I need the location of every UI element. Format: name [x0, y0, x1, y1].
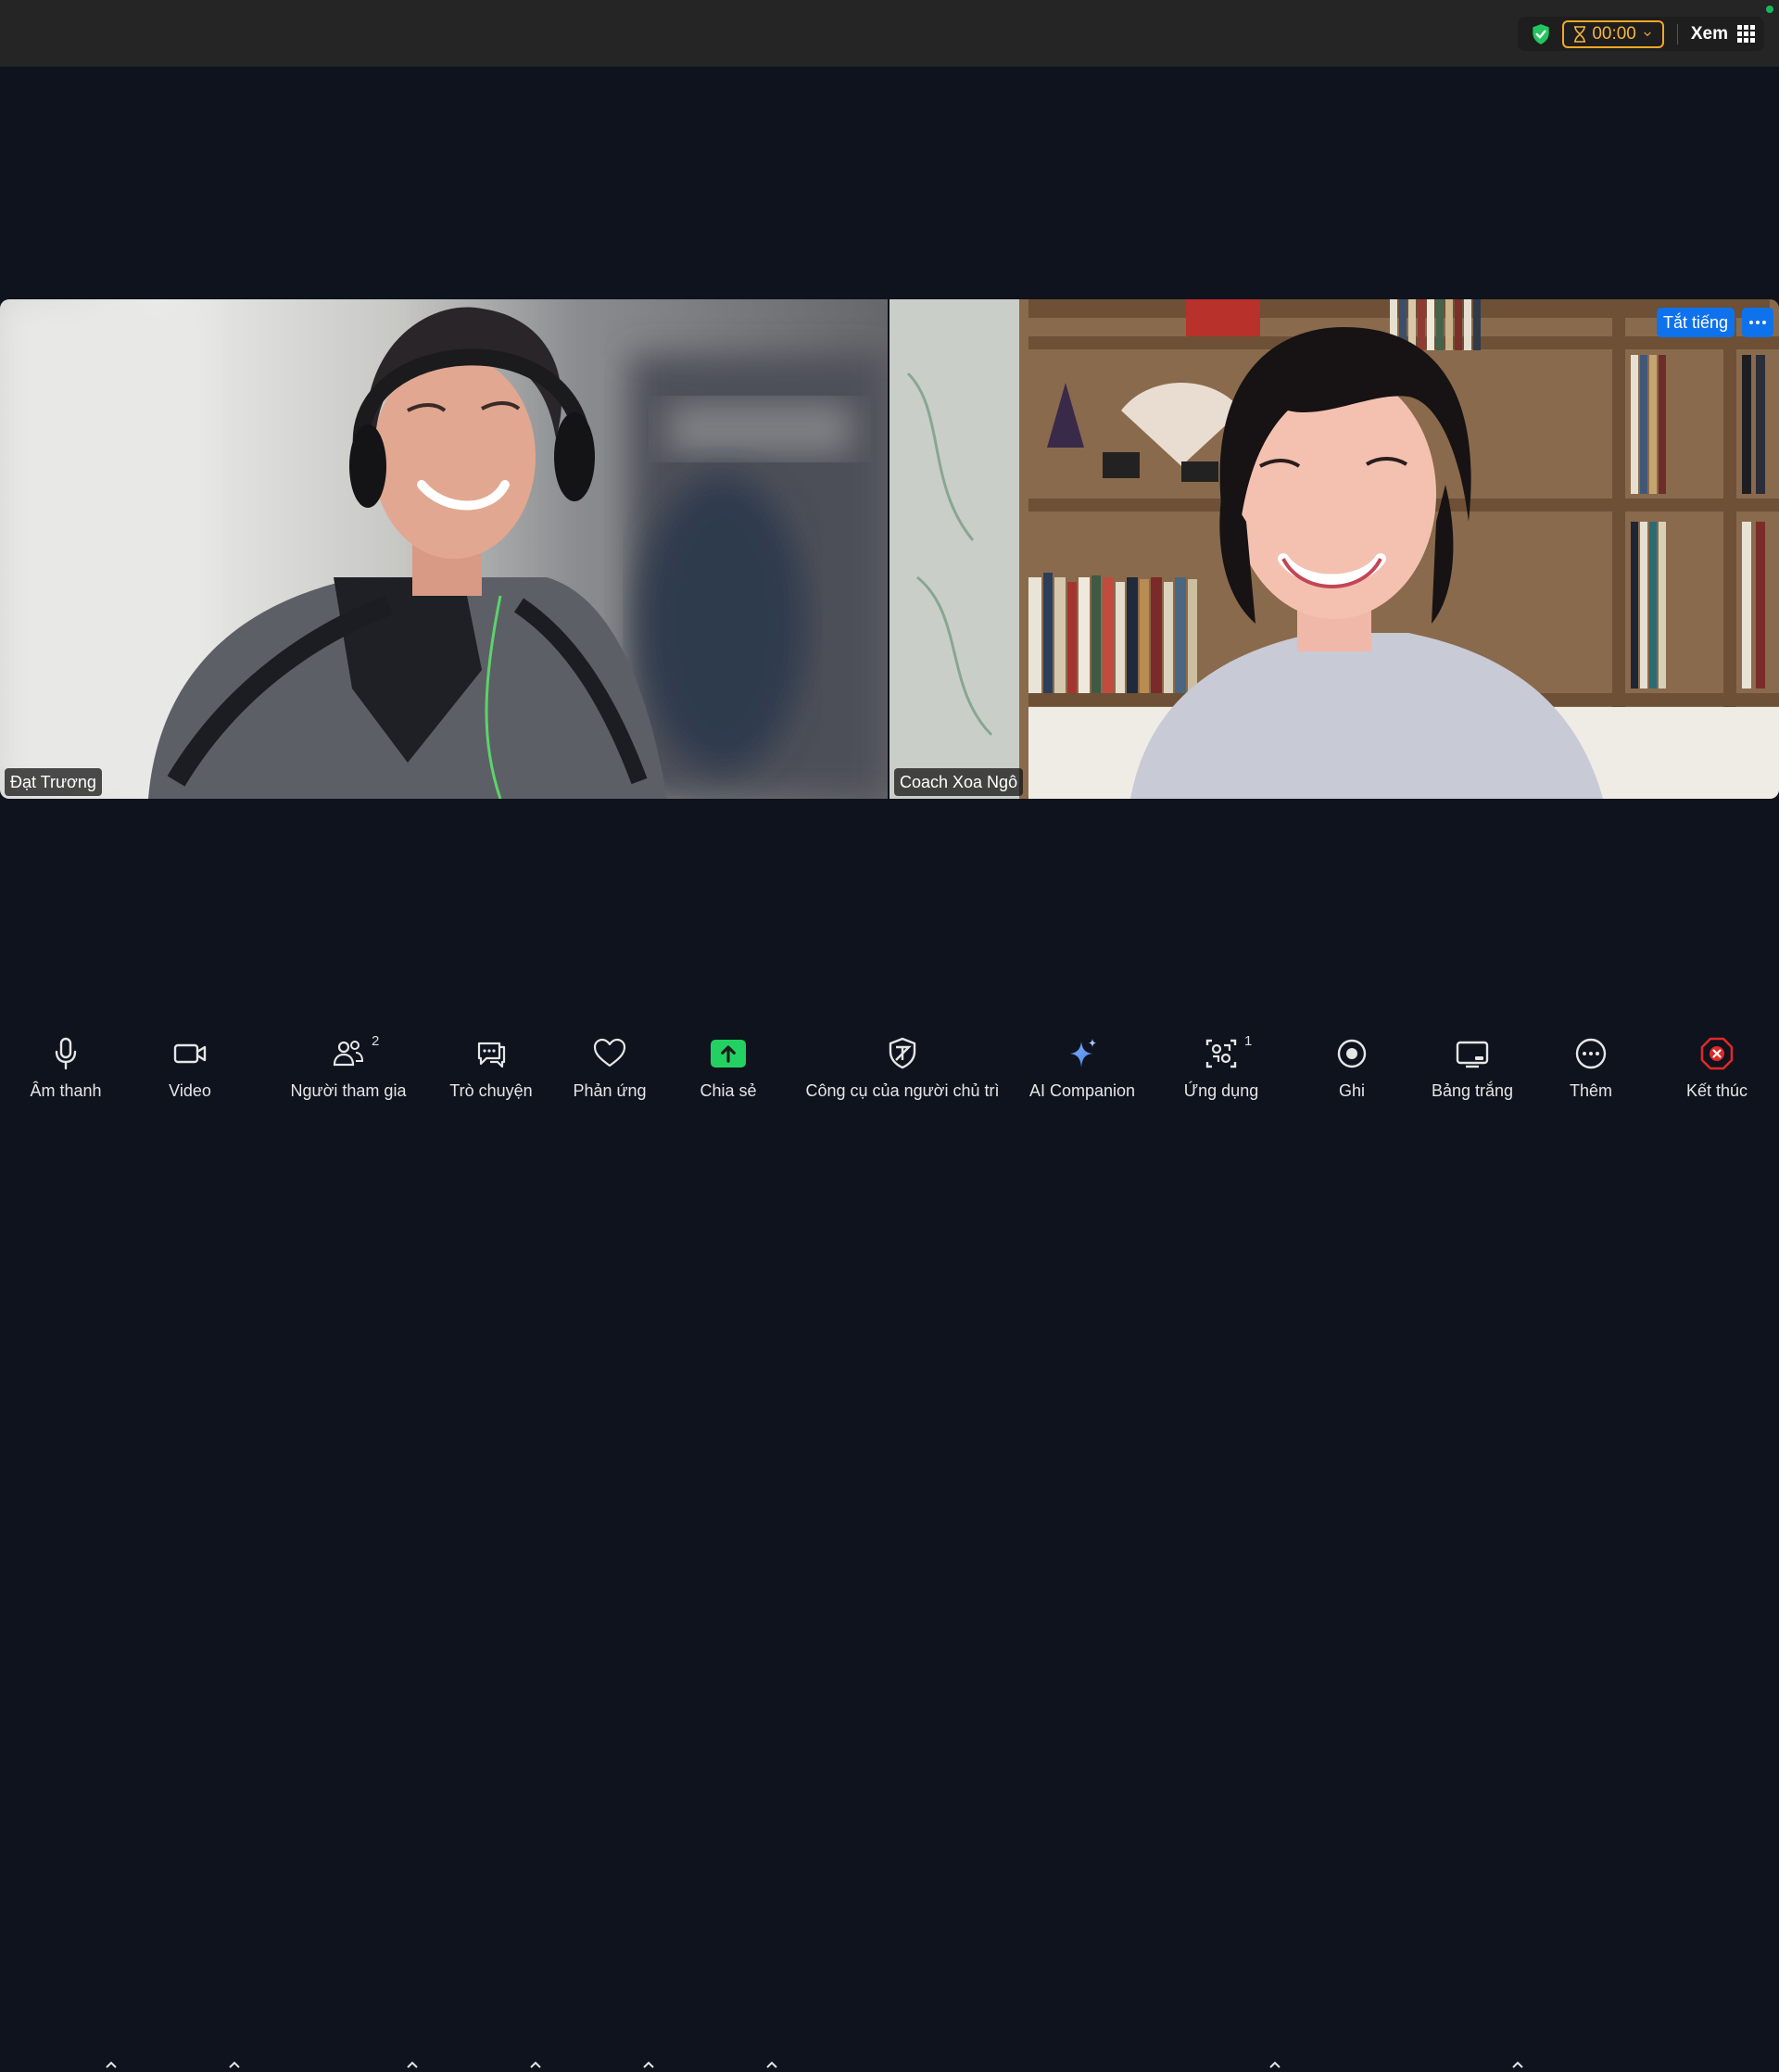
end-meeting-button[interactable]: Kết thúc — [1661, 1015, 1773, 1112]
timer-value: 00:00 — [1592, 23, 1636, 44]
meeting-info-cluster: 00:00 Xem — [1518, 17, 1764, 51]
reactions-button[interactable]: Phản ứng — [554, 1015, 665, 1112]
record-button[interactable]: Ghi — [1296, 1015, 1407, 1112]
grid-view-icon — [1737, 25, 1755, 43]
meeting-timer[interactable]: 00:00 — [1562, 19, 1664, 48]
participants-count: 2 — [372, 1033, 380, 1049]
end-close-icon — [1700, 1037, 1734, 1070]
top-bar: 00:00 Xem — [0, 0, 1779, 67]
whiteboard-button[interactable]: Bảng trắng — [1417, 1015, 1528, 1112]
audio-label: Âm thanh — [30, 1081, 102, 1100]
apps-label: Ứng dụng — [1183, 1081, 1259, 1100]
record-label: Ghi — [1338, 1081, 1365, 1100]
microphone-icon — [55, 1037, 77, 1070]
video-tile-participant-2[interactable]: Tắt tiếng Coach Xoa Ngô — [890, 299, 1779, 799]
whiteboard-label: Bảng trắng — [1431, 1081, 1514, 1100]
status-dot — [1766, 6, 1773, 13]
participants-icon — [333, 1041, 364, 1067]
record-icon — [1337, 1039, 1367, 1068]
tile-more-options-button[interactable] — [1742, 308, 1773, 337]
chevron-down-icon — [1644, 32, 1651, 36]
mute-participant-button[interactable]: Tắt tiếng — [1656, 308, 1735, 337]
whiteboard-options-chevron-up-icon[interactable] — [1510, 2057, 1525, 2072]
more-button[interactable]: Thêm — [1535, 1015, 1647, 1112]
meeting-toolbar: Âm thanh Video 2 Người tham gia Trò chuy… — [0, 1015, 1779, 2068]
security-shield-icon[interactable] — [1529, 22, 1553, 46]
ai-companion-label: AI Companion — [1028, 1081, 1136, 1100]
apps-icon — [1205, 1039, 1237, 1068]
host-tools-button[interactable]: Công cụ của người chủ trì — [801, 1015, 1004, 1112]
reactions-options-chevron-up-icon[interactable] — [641, 2057, 656, 2072]
view-button[interactable]: Xem — [1691, 24, 1755, 44]
arrow-up-icon — [721, 1045, 736, 1063]
video-options-chevron-up-icon[interactable] — [227, 2057, 242, 2072]
sparkle-icon — [1070, 1039, 1096, 1068]
participant-name-tag: Đạt Trương — [5, 768, 102, 796]
apps-options-chevron-up-icon[interactable] — [1268, 2057, 1282, 2072]
hourglass-icon — [1574, 25, 1586, 43]
audio-options-chevron-up-icon[interactable] — [104, 2057, 119, 2072]
chat-options-chevron-up-icon[interactable] — [528, 2057, 543, 2072]
share-options-chevron-up-icon[interactable] — [764, 2057, 779, 2072]
participant-video-feed — [0, 299, 888, 799]
chat-label: Trò chuyện — [449, 1081, 533, 1100]
participants-label: Người tham gia — [290, 1081, 407, 1100]
video-button[interactable]: Video — [134, 1015, 246, 1112]
video-label: Video — [169, 1081, 211, 1100]
share-screen-button[interactable]: Chia sẻ — [673, 1015, 784, 1112]
whiteboard-icon — [1456, 1041, 1489, 1068]
share-icon-box — [711, 1040, 746, 1068]
heart-icon — [593, 1038, 626, 1068]
share-label: Chia sẻ — [700, 1081, 757, 1100]
video-tile-participant-1[interactable]: Đạt Trương — [0, 299, 888, 799]
reactions-label: Phản ứng — [573, 1081, 647, 1100]
apps-button[interactable]: 1 Ứng dụng — [1166, 1015, 1277, 1112]
participant-name-tag: Coach Xoa Ngô — [894, 768, 1024, 796]
chat-button[interactable]: Trò chuyện — [435, 1015, 547, 1112]
apps-count: 1 — [1244, 1033, 1253, 1049]
video-camera-icon — [173, 1043, 207, 1064]
view-label: Xem — [1690, 23, 1728, 44]
participants-options-chevron-up-icon[interactable] — [405, 2057, 420, 2072]
participants-button[interactable]: 2 Người tham gia — [290, 1015, 407, 1112]
divider — [1676, 23, 1678, 44]
host-shield-icon — [889, 1037, 916, 1069]
more-label: Thêm — [1569, 1081, 1612, 1100]
more-options-icon — [1575, 1038, 1607, 1069]
end-label: Kết thúc — [1685, 1081, 1748, 1100]
participant-video-feed — [890, 299, 1779, 799]
ai-companion-button[interactable]: AI Companion — [1027, 1015, 1138, 1112]
audio-button[interactable]: Âm thanh — [10, 1015, 121, 1112]
chat-icon — [477, 1042, 506, 1068]
host-tools-label: Công cụ của người chủ trì — [805, 1081, 1000, 1100]
